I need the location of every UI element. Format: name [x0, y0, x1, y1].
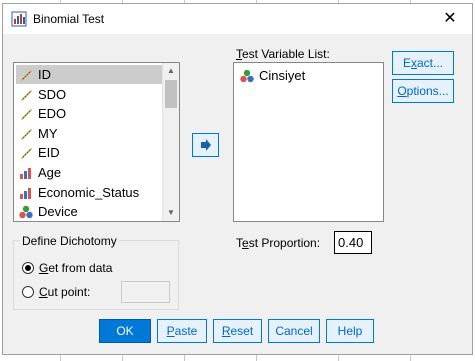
test-variable-list[interactable]: Cinsiyet: [233, 62, 384, 222]
variable-list-item-label: EDO: [38, 106, 67, 122]
move-to-test-list-button[interactable]: [192, 133, 219, 157]
nominal-icon: [19, 205, 33, 219]
variable-list-item[interactable]: EDO: [16, 104, 164, 123]
variable-list-item[interactable]: Device: [16, 202, 164, 221]
scroll-up-icon[interactable]: ▲: [163, 63, 179, 79]
variable-list-item-label: Age: [38, 165, 62, 180]
scale-icon: [21, 128, 32, 140]
cut-point-radio[interactable]: [22, 286, 34, 298]
variable-list-item-label: Device: [38, 204, 78, 220]
variable-list-item-label: Economic_Status: [38, 184, 140, 200]
scroll-thumb[interactable]: [165, 80, 177, 108]
nominal-icon: [240, 69, 254, 83]
grid-cell: [186, 354, 257, 361]
variable-list-item[interactable]: Economic_Status: [16, 183, 164, 202]
test-list-item-label: Cinsiyet: [259, 68, 306, 83]
test-proportion-input[interactable]: 0.40: [334, 231, 372, 254]
variable-list-item[interactable]: MY: [16, 124, 164, 143]
scale-icon: [21, 109, 32, 121]
reset-button[interactable]: Reset: [213, 319, 262, 343]
options-button[interactable]: Options...: [392, 79, 454, 103]
title-bar[interactable]: Binomial Test ✕: [3, 4, 472, 34]
test-proportion-label: Test Proportion:: [236, 236, 321, 250]
variable-list-item[interactable]: EID: [16, 143, 164, 162]
source-variable-list[interactable]: Device Economic_Status Age EID MY EDO SDO ID ▲ …: [13, 62, 180, 222]
dialog-title: Binomial Test: [33, 12, 105, 26]
variable-list-item-label: EID: [38, 145, 60, 161]
variable-list-item-label: MY: [38, 125, 58, 141]
get-from-data-radio[interactable]: [22, 262, 34, 274]
define-dichotomy-title: Define Dichotomy: [20, 234, 119, 248]
grid-cell: [0, 354, 61, 361]
close-icon[interactable]: ✕: [433, 6, 467, 32]
cut-point-input[interactable]: [121, 281, 170, 303]
ok-button[interactable]: OK: [99, 319, 151, 343]
variable-list-item[interactable]: SDO: [16, 85, 164, 104]
variable-list-item[interactable]: Age: [16, 163, 164, 182]
test-variable-list-label: Test Variable List:: [236, 47, 330, 61]
variable-list-scrollbar[interactable]: ▲ ▼: [162, 63, 179, 221]
cancel-button[interactable]: Cancel: [268, 319, 320, 343]
ordinal-icon: [20, 168, 31, 179]
ordinal-icon: [20, 187, 31, 199]
variable-list-item-label: ID: [38, 67, 51, 82]
help-button[interactable]: Help: [326, 319, 374, 343]
scale-icon: [21, 89, 32, 101]
spss-app-icon: [11, 11, 27, 27]
cut-point-label[interactable]: Cut point:: [39, 285, 90, 299]
scale-icon: [21, 70, 32, 81]
variable-list-item[interactable]: ID: [16, 65, 164, 84]
grid-cell: [124, 354, 185, 361]
grid-cell: [340, 354, 411, 361]
grid-cell: [258, 354, 339, 361]
arrow-right-icon: [201, 139, 211, 151]
paste-button[interactable]: Paste: [157, 319, 207, 343]
exact-button[interactable]: Exact...: [392, 51, 454, 75]
variable-list-item-label: SDO: [38, 86, 67, 102]
radio-selected-dot: [25, 265, 31, 271]
get-from-data-label[interactable]: Get from data: [39, 261, 112, 275]
grid-cell: [62, 354, 123, 361]
scale-icon: [21, 148, 32, 160]
scroll-down-icon[interactable]: ▼: [163, 205, 179, 221]
